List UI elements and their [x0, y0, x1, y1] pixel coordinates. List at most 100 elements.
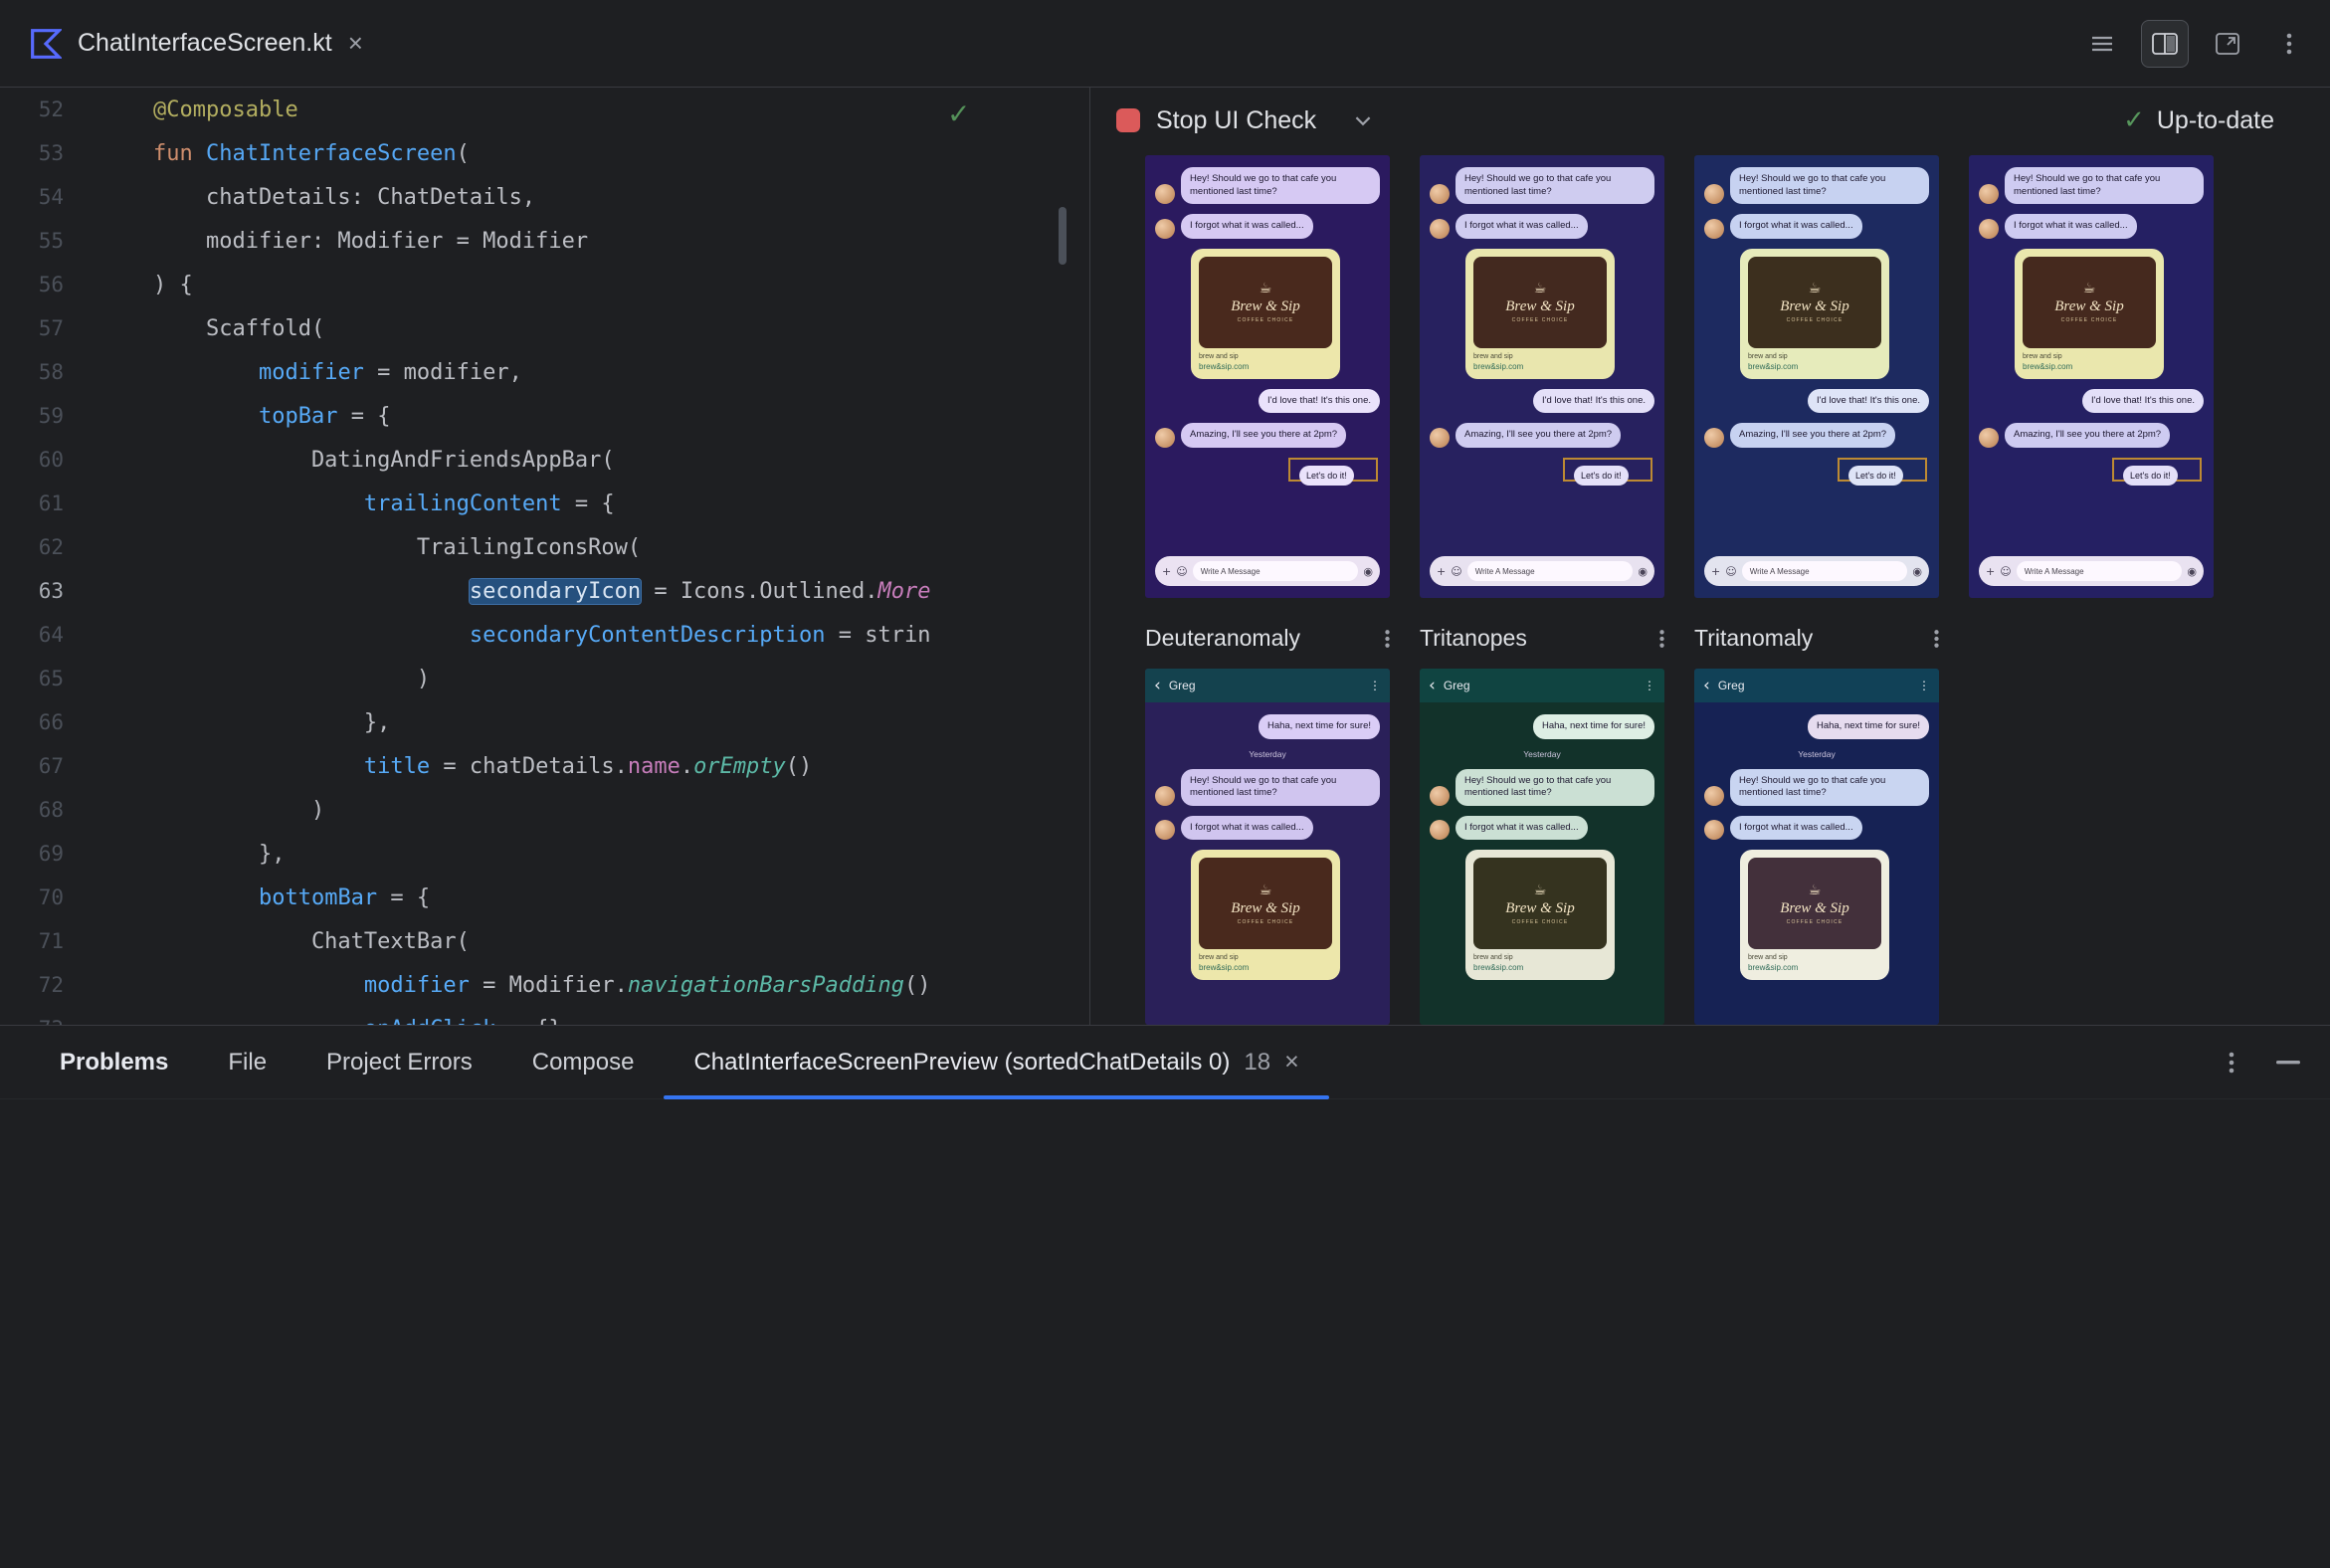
preview-phone[interactable]: Hey! Should we go to that cafe you menti…: [1420, 155, 1664, 598]
add-icon[interactable]: +: [1711, 565, 1720, 578]
preview-phone[interactable]: ‹ Greg ⋮ Haha, next time for sure! Yesterday…: [1420, 669, 1664, 1025]
stop-ui-check-button[interactable]: Stop UI Check: [1156, 106, 1316, 135]
card-tagline: COFFEE CHOICE: [1786, 918, 1844, 925]
open-in-window-icon[interactable]: [2205, 21, 2250, 67]
card-subtitle: brew and sip: [1199, 352, 1239, 360]
editor-scrollbar[interactable]: [1059, 207, 1067, 265]
code-line: 73 onAddClick = {}: [0, 1007, 1082, 1026]
card-subtitle: brew and sip: [2023, 352, 2062, 360]
stop-icon[interactable]: [1116, 108, 1140, 132]
tab-problems[interactable]: Problems: [36, 1026, 198, 1098]
more-vertical-icon[interactable]: [2266, 21, 2312, 67]
chat-bubble: Amazing, I'll see you there at 2pm?: [1730, 423, 1896, 448]
preview-phone[interactable]: ‹ Greg ⋮ Haha, next time for sure! Yesterday…: [1145, 669, 1390, 1025]
close-icon[interactable]: ×: [1284, 1048, 1299, 1077]
link-preview-card: ☕ Brew & Sip COFFEE CHOICE brew and sip brew…: [1465, 850, 1615, 980]
card-link: brew&sip.com: [2023, 361, 2073, 371]
link-preview-card: ☕ Brew & Sip COFFEE CHOICE brew and sip brew…: [1740, 248, 1889, 379]
tab-label: ChatInterfaceScreenPreview (sortedChatDe…: [693, 1048, 1231, 1076]
more-vertical-icon[interactable]: [1934, 629, 1939, 649]
line-number: 61: [38, 491, 64, 515]
back-icon: ‹: [1429, 676, 1436, 695]
list-icon[interactable]: [2079, 21, 2125, 67]
code-line: 60 DatingAndFriendsAppBar(: [0, 438, 1082, 482]
editor-tab-bar: ChatInterfaceScreen.kt ×: [0, 0, 2330, 88]
camera-icon[interactable]: ◉: [1638, 565, 1648, 578]
preview-phone[interactable]: Hey! Should we go to that cafe you menti…: [1694, 155, 1939, 598]
coffee-cup-icon: ☕: [1533, 882, 1547, 898]
card-link: brew&sip.com: [1748, 963, 1799, 972]
add-icon[interactable]: +: [1986, 565, 1995, 578]
card-link: brew&sip.com: [1473, 963, 1524, 972]
chevron-down-icon[interactable]: [1354, 115, 1372, 126]
preview-labels-row: Deuteranomaly Tritanopes Tritanomaly: [1145, 625, 1939, 652]
link-preview-card: ☕ Brew & Sip COFFEE CHOICE brew and sip brew…: [1740, 850, 1889, 980]
chat-bubble: Hey! Should we go to that cafe you menti…: [1181, 167, 1380, 204]
inspection-ok-icon[interactable]: ✓: [947, 98, 970, 130]
preview-label: Deuteranomaly: [1145, 625, 1390, 652]
code-line: 66 },: [0, 700, 1082, 744]
preview-phone[interactable]: ‹ Greg ⋮ Haha, next time for sure! Yesterday…: [1694, 669, 1939, 1025]
close-icon[interactable]: ×: [348, 28, 363, 59]
add-icon[interactable]: +: [1162, 565, 1171, 578]
camera-icon[interactable]: ◉: [1363, 565, 1373, 578]
chat-bubble: I forgot what it was called...: [1730, 214, 1862, 239]
message-input[interactable]: Write A Message: [1192, 561, 1359, 581]
tab-project-errors[interactable]: Project Errors: [296, 1026, 502, 1098]
message-input-bar[interactable]: + ☺ Write A Message ◉: [1430, 556, 1654, 586]
chat-bubble: Hey! Should we go to that cafe you menti…: [1730, 167, 1929, 204]
emoji-icon[interactable]: ☺: [1725, 565, 1736, 578]
preview-label-text: Tritanopes: [1420, 625, 1527, 651]
minimize-icon[interactable]: [2276, 1060, 2300, 1065]
add-icon[interactable]: +: [1437, 565, 1446, 578]
code-editor[interactable]: 52 @Composable 53 fun ChatInterfaceScreen(5…: [0, 88, 1082, 1025]
more-vertical-icon[interactable]: [1659, 629, 1664, 649]
more-vertical-icon: ⋮: [1644, 679, 1655, 692]
chat-bubble: Haha, next time for sure!: [1258, 714, 1380, 739]
tab-compose[interactable]: Compose: [502, 1026, 665, 1098]
emoji-icon[interactable]: ☺: [1451, 565, 1461, 578]
more-vertical-icon[interactable]: [2229, 1051, 2234, 1075]
avatar: [1704, 427, 1724, 448]
line-number: 66: [38, 710, 64, 734]
message-input[interactable]: Write A Message: [2016, 561, 2183, 581]
message-input-bar[interactable]: + ☺ Write A Message ◉: [1155, 556, 1380, 586]
camera-icon[interactable]: ◉: [2187, 565, 2197, 578]
preview-grid-bottom-row: ‹ Greg ⋮ Haha, next time for sure! Yesterday…: [1145, 669, 1939, 1025]
message-input[interactable]: Write A Message: [1741, 561, 1908, 581]
editor-tab-title: ChatInterfaceScreen.kt: [78, 29, 332, 57]
preview-phone[interactable]: Hey! Should we go to that cafe you menti…: [1969, 155, 2214, 598]
message-input[interactable]: Write A Message: [1466, 561, 1634, 581]
code-line: 61 trailingContent = {: [0, 482, 1082, 525]
card-title: Brew & Sip: [1780, 899, 1849, 916]
line-number: 71: [38, 929, 64, 953]
tab-preview-report[interactable]: ChatInterfaceScreenPreview (sortedChatDe…: [664, 1026, 1329, 1099]
message-input-bar[interactable]: + ☺ Write A Message ◉: [1704, 556, 1929, 586]
chat-bubble: I'd love that! It's this one.: [2082, 388, 2204, 413]
avatar: [1430, 820, 1450, 840]
tab-file[interactable]: File: [198, 1026, 296, 1098]
editor-tab[interactable]: ChatInterfaceScreen.kt ×: [0, 0, 391, 87]
more-vertical-icon[interactable]: [1385, 629, 1390, 649]
code-line: 71 ChatTextBar(: [0, 919, 1082, 963]
line-number: 70: [38, 885, 64, 909]
coffee-cup-icon: ☕: [1533, 281, 1547, 296]
preview-grid-top-row: Hey! Should we go to that cafe you menti…: [1145, 155, 2214, 598]
avatar: [1155, 218, 1175, 239]
card-tagline: COFFEE CHOICE: [1237, 317, 1294, 323]
emoji-icon[interactable]: ☺: [2000, 565, 2011, 578]
camera-icon[interactable]: ◉: [1912, 565, 1922, 578]
coffee-cup-icon: ☕: [1259, 281, 1272, 296]
emoji-icon[interactable]: ☺: [1176, 565, 1187, 578]
avatar: [1979, 427, 1999, 448]
code-line: 52 @Composable: [0, 88, 1082, 131]
split-editor-icon[interactable]: [2141, 20, 2189, 68]
avatar: [1704, 218, 1724, 239]
message-input-bar[interactable]: + ☺ Write A Message ◉: [1979, 556, 2204, 586]
preview-phone[interactable]: Hey! Should we go to that cafe you menti…: [1145, 155, 1390, 598]
line-number: 64: [38, 623, 64, 647]
card-subtitle: brew and sip: [1199, 954, 1239, 961]
coffee-cup-icon: ☕: [1808, 882, 1822, 898]
chat-bubble: I'd love that! It's this one.: [1259, 388, 1380, 413]
problems-panel: Problems File Project Errors Compose Cha…: [0, 1025, 2330, 1568]
